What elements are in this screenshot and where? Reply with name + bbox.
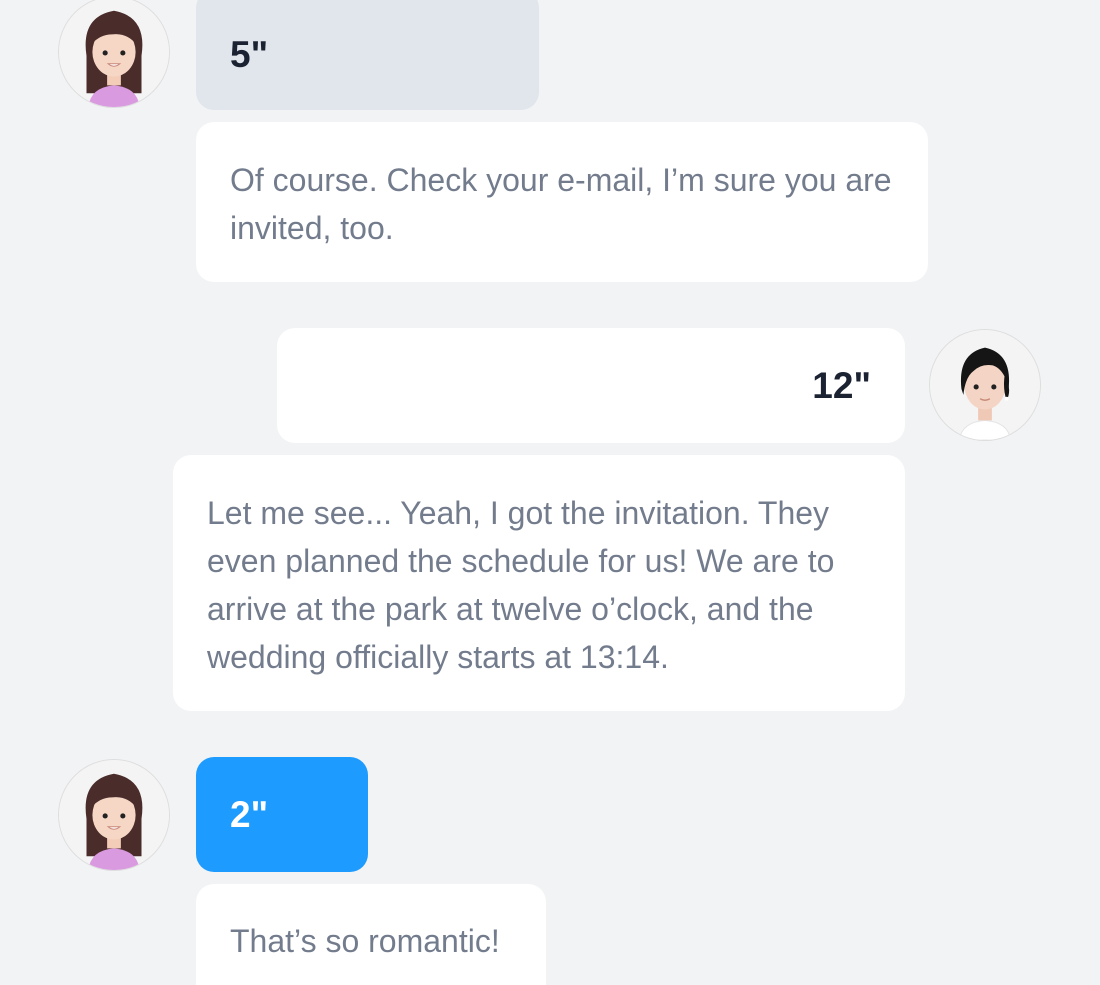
avatar-woman[interactable] xyxy=(929,329,1041,441)
voice-message-bubble[interactable]: 2" xyxy=(196,757,368,872)
text-message-bubble: Let me see... Yeah, I got the invitation… xyxy=(173,455,905,711)
girl-avatar-icon xyxy=(59,760,169,870)
voice-message-bubble[interactable]: 12" xyxy=(277,328,905,443)
chat-thread: 5" Of course. Check your e-mail, I’m sur… xyxy=(0,0,1100,985)
message-text: Of course. Check your e-mail, I’m sure y… xyxy=(230,162,892,246)
avatar-girl[interactable] xyxy=(58,759,170,871)
text-message-bubble: That’s so romantic! xyxy=(196,884,546,985)
message-text: That’s so romantic! xyxy=(230,923,500,959)
voice-duration: 2" xyxy=(230,793,269,835)
message-text: Let me see... Yeah, I got the invitation… xyxy=(207,495,835,675)
avatar-girl[interactable] xyxy=(58,0,170,108)
girl-avatar-icon xyxy=(59,0,169,107)
voice-duration: 12" xyxy=(812,364,871,406)
voice-message-bubble[interactable]: 5" xyxy=(196,0,539,110)
voice-duration: 5" xyxy=(230,34,269,75)
woman-avatar-icon xyxy=(930,330,1040,440)
text-message-bubble: Of course. Check your e-mail, I’m sure y… xyxy=(196,122,928,282)
